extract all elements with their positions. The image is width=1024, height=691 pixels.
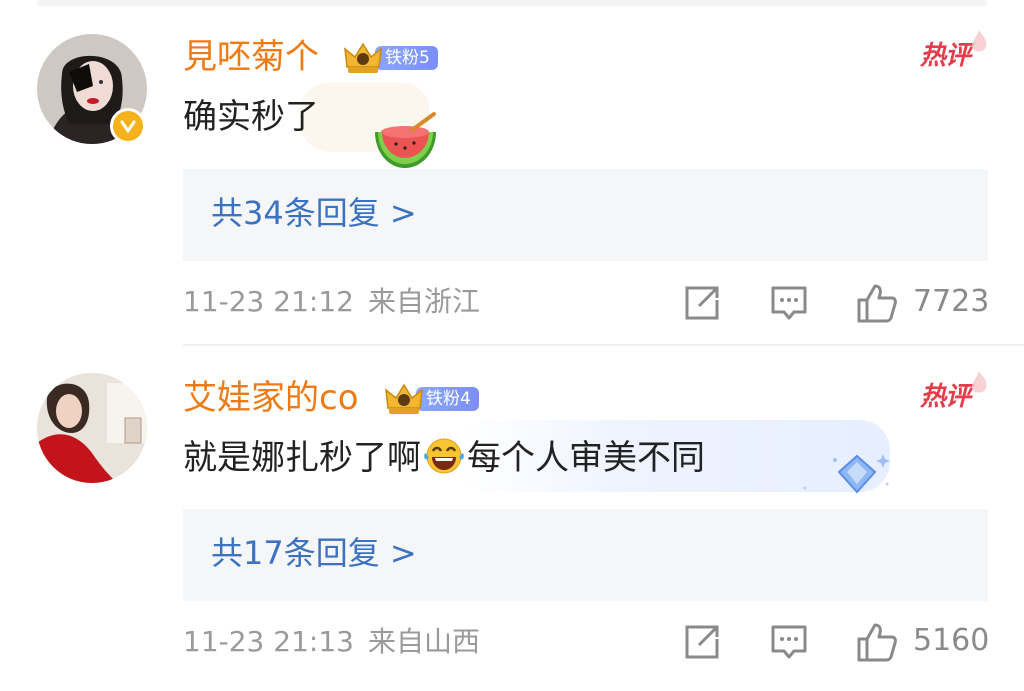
hot-comment-tag: 热评 <box>920 30 987 73</box>
flame-icon <box>971 30 987 52</box>
comment-location: 来自浙江 <box>367 285 480 318</box>
comment-icon[interactable] <box>770 284 808 322</box>
diamond-sticker-icon <box>803 454 890 494</box>
crown-icon <box>384 382 424 416</box>
crown-icon <box>343 41 383 75</box>
top-divider <box>37 0 987 6</box>
hot-comment-label: 热评 <box>920 382 971 412</box>
comment-meta: 11-23 21:12 来自浙江 <box>183 284 480 320</box>
fan-badge-label: 铁粉4 <box>416 387 479 411</box>
username[interactable]: 艾娃家的co <box>183 378 359 418</box>
comment-time: 11-23 21:12 <box>183 285 354 318</box>
comment-divider <box>183 344 1024 346</box>
share-icon[interactable] <box>683 623 721 661</box>
username[interactable]: 見呸菊个 <box>183 37 319 77</box>
avatar[interactable] <box>37 373 147 483</box>
comment-text-part: 就是娜扎秒了啊 <box>183 438 421 478</box>
reply-count-link[interactable]: 共34条回复 > <box>211 191 417 235</box>
hot-comment-label: 热评 <box>920 41 971 71</box>
like-count: 5160 <box>913 623 990 658</box>
like-icon[interactable] <box>856 282 898 324</box>
like-icon[interactable] <box>856 621 898 663</box>
fan-badge[interactable]: 铁粉4 <box>384 382 479 416</box>
verified-badge-icon <box>110 108 146 144</box>
comment-text: 就是娜扎秒了啊 每个人审美不同 <box>183 435 705 480</box>
comment-location: 来自山西 <box>367 625 480 658</box>
comment-text-part: 每个人审美不同 <box>467 438 705 478</box>
comment-icon[interactable] <box>770 623 808 661</box>
reply-box[interactable]: 共17条回复 > <box>183 509 988 601</box>
watermelon-sticker-icon <box>375 112 436 168</box>
like-count: 7723 <box>913 284 990 319</box>
hot-comment-tag: 热评 <box>920 371 987 414</box>
share-icon[interactable] <box>683 284 721 322</box>
laughing-emoji-icon <box>421 435 467 475</box>
comment-meta: 11-23 21:13 来自山西 <box>183 624 480 660</box>
comment-time: 11-23 21:13 <box>183 625 354 658</box>
fan-badge[interactable]: 铁粉5 <box>343 41 438 75</box>
fan-badge-label: 铁粉5 <box>375 46 438 70</box>
comment-text: 确实秒了 <box>183 97 319 137</box>
reply-box[interactable]: 共34条回复 > <box>183 169 988 261</box>
reply-count-link[interactable]: 共17条回复 > <box>211 531 417 575</box>
flame-icon <box>971 371 987 393</box>
